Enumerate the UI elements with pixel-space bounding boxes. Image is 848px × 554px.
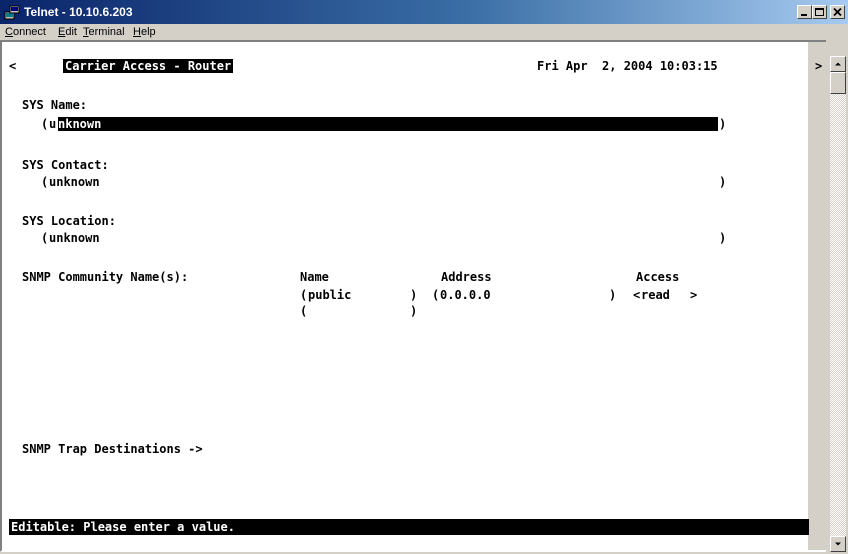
nav-right-arrow[interactable]: > [815,59,822,73]
open-paren: ( [300,304,308,318]
column-header-access: Access [636,270,680,284]
sys-name-value: nknown [58,117,102,131]
sys-location-input[interactable]: unknown [49,231,100,245]
sys-location-label: SYS Location: [22,214,116,228]
column-header-name: Name [300,270,329,284]
up-arrow-icon [835,62,841,66]
close-paren: ) [609,288,617,302]
telnet-app-icon[interactable] [4,4,20,20]
close-icon [833,8,842,17]
close-button[interactable] [830,5,845,19]
telnet-window: Telnet - 10.10.6.203 Connect Edit Termin… [0,0,848,554]
minimize-button[interactable] [797,5,812,19]
close-paren: ) [719,231,727,245]
text-cursor: u [49,117,57,131]
open-paren: ( [41,117,49,131]
snmp-community-label: SNMP Community Name(s): [22,270,189,284]
minimize-icon [801,14,807,16]
terminal-top [2,40,808,56]
maximize-button[interactable] [812,5,827,19]
close-paren: ) [719,117,727,131]
access-open-bracket: < [633,288,641,302]
scroll-down-button[interactable] [830,536,846,552]
open-paren: ( [41,231,49,245]
open-paren: ( [41,175,49,189]
menu-terminal[interactable]: Terminal [83,25,125,39]
snmp-trap-destinations-link[interactable]: SNMP Trap Destinations -> [22,442,203,456]
community-name-field[interactable]: public [308,288,351,302]
nav-left-arrow[interactable]: < [9,59,16,73]
scrollbar-thumb[interactable] [830,72,846,94]
community-access-field[interactable]: read [641,288,670,302]
access-close-bracket: > [690,288,698,302]
close-paren: ) [410,304,418,318]
sys-contact-input[interactable]: unknown [49,175,100,189]
close-paren: ) [719,175,727,189]
scroll-up-button[interactable] [830,56,846,72]
sys-name-label: SYS Name: [22,98,88,112]
screen-title: Carrier Access - Router [63,59,234,73]
date-time: Fri Apr 2, 2004 10:03:15 [537,59,718,73]
status-message: Editable: Please enter a value. [11,520,235,534]
column-header-address: Address [441,270,492,284]
down-arrow-icon [835,542,841,546]
close-paren: ) [410,288,418,302]
menu-edit[interactable]: Edit [58,25,77,39]
sys-name-input[interactable]: nknown [58,117,718,131]
open-paren: ( [300,288,308,302]
vertical-scrollbar-track[interactable] [830,56,846,552]
sys-contact-label: SYS Contact: [22,158,109,172]
maximize-icon [815,8,824,16]
status-bar: Editable: Please enter a value. [9,519,809,535]
window-title: Telnet - 10.10.6.203 [24,5,133,19]
title-bar[interactable]: Telnet - 10.10.6.203 [0,0,848,24]
menu-connect[interactable]: Connect [5,25,46,39]
menu-help[interactable]: Help [133,25,156,39]
open-paren: ( [432,288,440,302]
menu-bar: Connect Edit Terminal Help [0,24,848,40]
community-address-field[interactable]: 0.0.0.0 [440,288,491,302]
